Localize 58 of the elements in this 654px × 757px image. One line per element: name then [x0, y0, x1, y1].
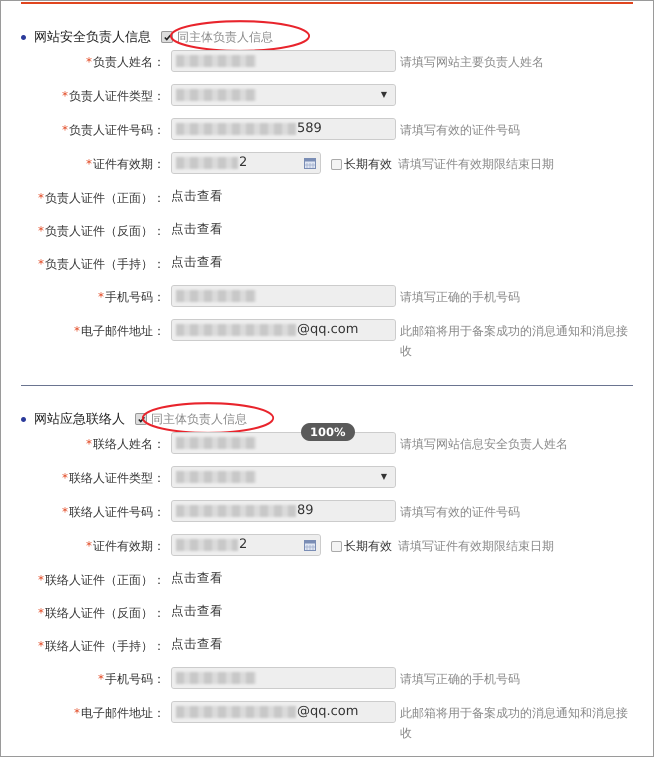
view-link[interactable]: 点击查看 [171, 634, 223, 654]
view-link[interactable]: 点击查看 [171, 186, 223, 206]
field-label: *联络人证件类型： [61, 470, 165, 487]
calendar-icon[interactable] [304, 158, 316, 169]
view-link[interactable]: 点击查看 [171, 601, 223, 621]
field-label: *负责人证件（反面）： [37, 223, 165, 240]
field-label: *联络人证件（手持）： [37, 638, 165, 655]
select-field[interactable]: ▼ [171, 84, 396, 106]
same-as-owner-checkbox[interactable]: 同主体负责人信息 [135, 410, 247, 428]
input-field[interactable] [171, 667, 396, 689]
field-label: *负责人证件类型： [61, 88, 165, 105]
checkbox-icon[interactable] [331, 540, 342, 552]
hint-text: 此邮箱将用于备案成功的消息通知和消息接收 [400, 705, 629, 742]
field-label: *证件有效期： [85, 156, 165, 173]
hint-text: 请填写有效的证件号码 [400, 504, 521, 521]
hint-text: 请填写正确的手机号码 [400, 671, 521, 688]
field-label: *手机号码： [97, 671, 165, 688]
long-term-checkbox[interactable]: 长期有效 [331, 534, 392, 558]
hint-text: 请填写网站主要负责人姓名 [400, 54, 545, 71]
field-label: *证件有效期： [85, 538, 165, 555]
view-link[interactable]: 点击查看 [171, 568, 223, 588]
checkbox-icon[interactable] [331, 158, 342, 170]
field-label: *联络人姓名： [85, 436, 165, 453]
input-field[interactable]: @qq.com [171, 319, 396, 341]
field-label: *电子邮件地址： [73, 323, 165, 340]
hint-text: 请填写网站信息安全负责人姓名 [400, 436, 569, 453]
input-field[interactable]: @qq.com [171, 701, 396, 723]
field-label: *手机号码： [97, 289, 165, 306]
input-field[interactable]: 89 [171, 500, 396, 522]
date-field[interactable]: 2 [171, 534, 321, 556]
section-title: 网站安全负责人信息 [34, 29, 151, 46]
view-link[interactable]: 点击查看 [171, 252, 223, 272]
same-as-owner-checkbox[interactable]: 同主体负责人信息 [161, 28, 273, 46]
hint-text: 请填写证件有效期限结束日期 [398, 538, 555, 555]
field-label: *负责人证件（手持）： [37, 256, 165, 273]
zoom-badge: 100% [301, 423, 355, 441]
field-label: *联络人证件号码： [61, 504, 165, 521]
date-field[interactable]: 2 [171, 152, 321, 174]
select-field[interactable]: ▼ [171, 466, 396, 488]
hint-text: 此邮箱将用于备案成功的消息通知和消息接收 [400, 323, 629, 360]
long-term-checkbox[interactable]: 长期有效 [331, 152, 392, 176]
section-title: 网站应急联络人 [34, 411, 125, 428]
field-label: *联络人证件（正面）： [37, 572, 165, 589]
input-field[interactable] [171, 285, 396, 307]
field-label: *负责人姓名： [85, 54, 165, 71]
calendar-icon[interactable] [304, 540, 316, 551]
input-field[interactable] [171, 50, 396, 72]
hint-text: 请填写有效的证件号码 [400, 122, 521, 139]
field-label: *联络人证件（反面）： [37, 605, 165, 622]
field-label: *电子邮件地址： [73, 705, 165, 722]
view-link[interactable]: 点击查看 [171, 219, 223, 239]
hint-text: 请填写证件有效期限结束日期 [398, 156, 555, 173]
hint-text: 请填写正确的手机号码 [400, 289, 521, 306]
input-field[interactable]: 589 [171, 118, 396, 140]
field-label: *负责人证件（正面）： [37, 190, 165, 207]
bullet-icon [21, 416, 26, 422]
bullet-icon [21, 34, 26, 40]
field-label: *负责人证件号码： [61, 122, 165, 139]
